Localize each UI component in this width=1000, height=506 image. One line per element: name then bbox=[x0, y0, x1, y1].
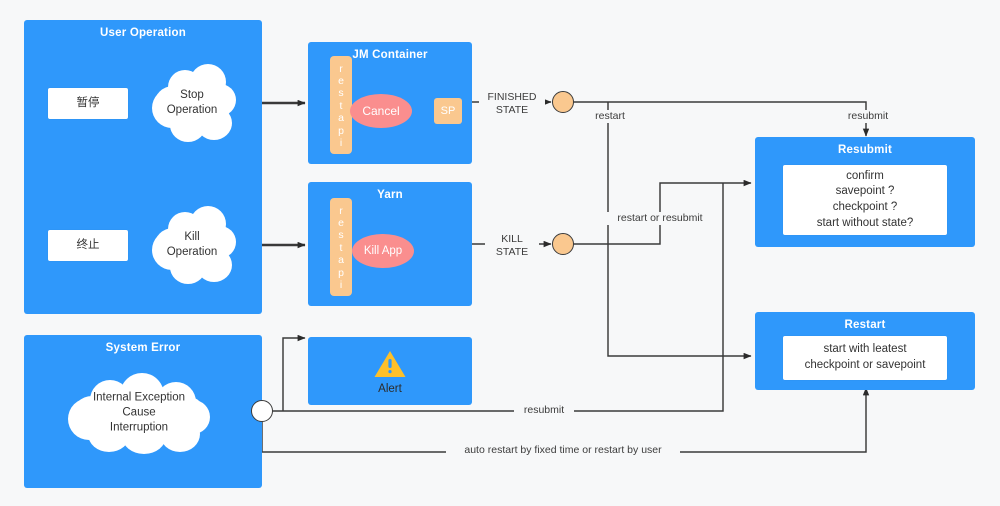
alert-label: Alert bbox=[378, 383, 402, 395]
edge-label-finished-state: FINISHED STATE bbox=[479, 91, 545, 117]
group-resubmit-title: Resubmit bbox=[838, 144, 892, 156]
restapi-bar-jm: r e s t a p i bbox=[330, 56, 352, 154]
group-user-operation-title: User Operation bbox=[100, 27, 186, 39]
restapi-char: e bbox=[338, 217, 344, 230]
restart-body-box: start with leatest checkpoint or savepoi… bbox=[783, 336, 947, 380]
restapi-bar-yarn: r e s t a p i bbox=[330, 198, 352, 296]
group-restart-title: Restart bbox=[844, 319, 886, 331]
edge-label-auto-restart: auto restart by fixed time or restart by… bbox=[446, 444, 680, 457]
restapi-char: e bbox=[338, 75, 344, 88]
cancel-label: Cancel bbox=[362, 104, 400, 118]
terminate-box[interactable]: 终止 bbox=[48, 230, 128, 261]
stop-operation-label: Stop Operation bbox=[166, 89, 218, 116]
restapi-char: p bbox=[338, 124, 344, 137]
warning-triangle-icon bbox=[308, 349, 472, 384]
edge-label-resubmit-bottom: resubmit bbox=[514, 404, 574, 417]
pause-box[interactable]: 暂停 bbox=[48, 88, 128, 119]
kill-operation-label: Kill Operation bbox=[166, 231, 218, 258]
restapi-char: t bbox=[339, 99, 343, 112]
restapi-char: p bbox=[338, 266, 344, 279]
edge-label-kill-state: KILL STATE bbox=[485, 233, 539, 259]
cancel-ellipse[interactable]: Cancel bbox=[350, 94, 412, 128]
edge-label-restart: restart bbox=[586, 110, 634, 123]
kill-state-node bbox=[552, 233, 574, 255]
diagram-canvas: User Operation 暂停 Stop Operation 终止 Kill… bbox=[0, 0, 1000, 506]
restapi-char: i bbox=[339, 278, 343, 291]
group-alert: Alert bbox=[308, 337, 472, 405]
group-system-error-title: System Error bbox=[105, 342, 181, 354]
edge-label-resubmit-top: resubmit bbox=[838, 110, 898, 123]
restapi-char: t bbox=[339, 241, 343, 254]
restapi-char: a bbox=[338, 254, 344, 267]
restapi-char: i bbox=[339, 136, 343, 149]
sp-label: SP bbox=[440, 105, 456, 117]
edge-label-restart-or-resubmit: restart or resubmit bbox=[605, 212, 715, 225]
restapi-char: r bbox=[339, 204, 343, 217]
finished-state-node bbox=[552, 91, 574, 113]
stop-operation-cloud: Stop Operation bbox=[146, 62, 238, 144]
kill-app-ellipse[interactable]: Kill App bbox=[352, 234, 414, 268]
resubmit-body-box: confirm savepoint ? checkpoint ? start w… bbox=[783, 165, 947, 235]
internal-exception-label: Internal Exception Cause Interruption bbox=[92, 391, 186, 434]
kill-app-label: Kill App bbox=[363, 245, 403, 257]
internal-exception-cloud: Internal Exception Cause Interruption bbox=[64, 372, 214, 454]
terminate-box-label: 终止 bbox=[76, 238, 100, 251]
restapi-char: a bbox=[338, 112, 344, 125]
pause-box-label: 暂停 bbox=[76, 96, 100, 109]
resubmit-body-text: confirm savepoint ? checkpoint ? start w… bbox=[816, 169, 914, 229]
kill-operation-cloud: Kill Operation bbox=[146, 204, 238, 286]
restart-body-text: start with leatest checkpoint or savepoi… bbox=[804, 343, 926, 371]
restapi-char: s bbox=[338, 87, 344, 100]
restapi-char: r bbox=[339, 62, 343, 75]
system-error-node bbox=[251, 400, 273, 422]
sp-box: SP bbox=[434, 98, 462, 124]
restapi-char: s bbox=[338, 229, 344, 242]
